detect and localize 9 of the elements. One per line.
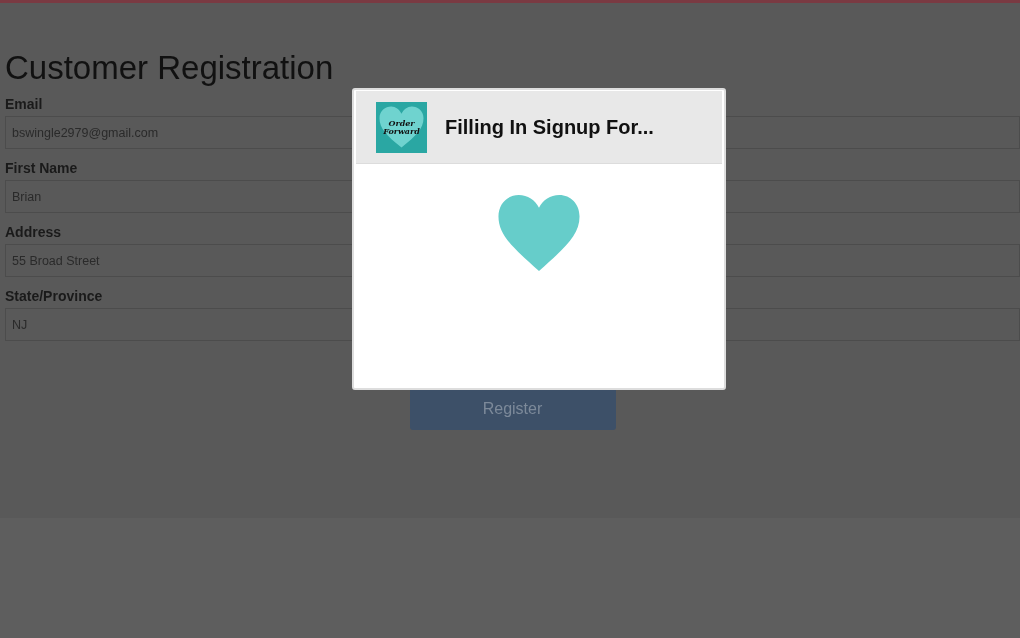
register-button[interactable]: Register bbox=[409, 388, 616, 430]
dialog-title: Filling In Signup For... bbox=[445, 115, 654, 139]
field-label: Address bbox=[5, 223, 62, 241]
heart-icon bbox=[498, 195, 580, 271]
field-label: Email bbox=[5, 95, 43, 113]
logo-text: Order Forward bbox=[382, 119, 421, 135]
field-label: First Name bbox=[5, 159, 78, 177]
page-title: Customer Registration bbox=[5, 48, 335, 88]
field-label: State/Province bbox=[5, 287, 103, 305]
